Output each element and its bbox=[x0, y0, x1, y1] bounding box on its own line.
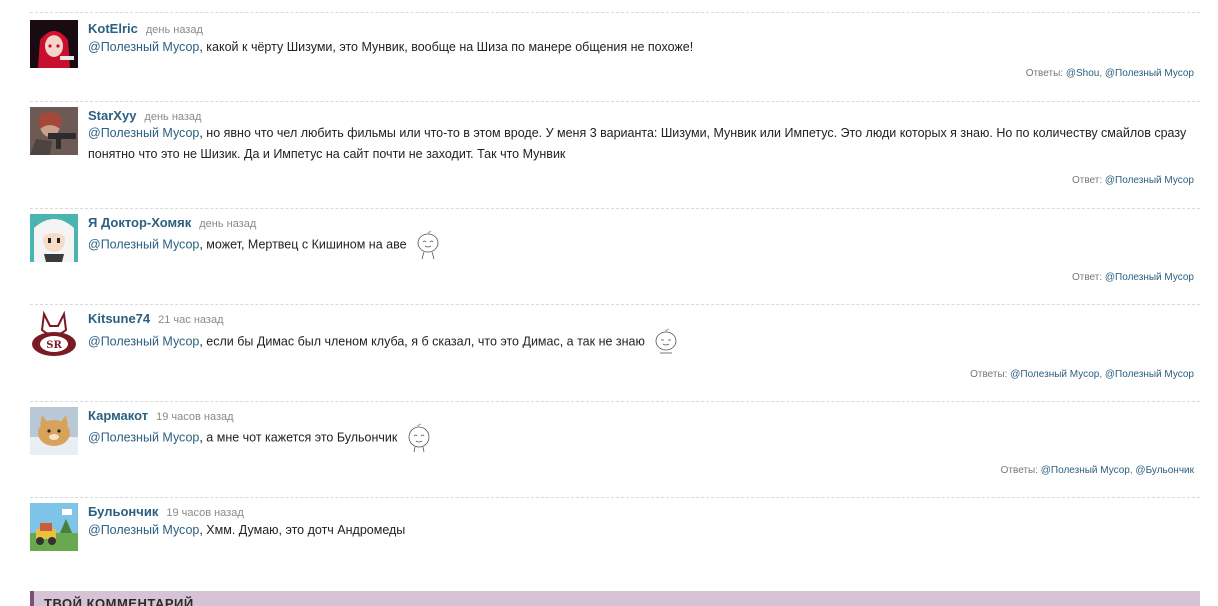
comment-time: 19 часов назад bbox=[166, 507, 244, 519]
comment-author[interactable]: Я Доктор-Хомяк bbox=[88, 215, 191, 230]
smiley-icon bbox=[408, 423, 430, 453]
mention-link[interactable]: @Полезный Мусор bbox=[88, 40, 199, 54]
divider bbox=[30, 304, 1200, 305]
comment-text: @Полезный Мусор, Хмм. Думаю, это дотч Ан… bbox=[88, 520, 1196, 541]
divider bbox=[30, 497, 1200, 498]
comment-form-header: ТВОЙ КОММЕНТАРИЙ bbox=[30, 591, 1200, 606]
replies-line: Ответ: @Полезный Мусор bbox=[1072, 272, 1194, 283]
comment-text: @Полезный Мусор, если бы Димас был члено… bbox=[88, 327, 1196, 357]
reply-link[interactable]: @Полезный Мусор bbox=[1105, 369, 1194, 380]
reply-link[interactable]: @Полезный Мусор bbox=[1105, 175, 1194, 186]
comment-text: @Полезный Мусор, какой к чёрту Шизуми, э… bbox=[88, 37, 1196, 58]
comment-form-title: ТВОЙ КОММЕНТАРИЙ bbox=[44, 596, 194, 606]
divider bbox=[30, 101, 1200, 102]
comments-page: KotElric день назад @Полезный Мусор, како… bbox=[0, 0, 1218, 606]
divider bbox=[30, 12, 1200, 13]
comment-time: день назад bbox=[145, 24, 203, 36]
comment-body: , может, Мертвец с Кишином на аве bbox=[199, 237, 407, 252]
reply-link[interactable]: @Полезный Мусор bbox=[1105, 68, 1194, 79]
comment-author[interactable]: StarXyy bbox=[88, 108, 136, 123]
smiley-icon bbox=[417, 230, 439, 260]
comment-author[interactable]: KotElric bbox=[88, 21, 138, 36]
replies-label: Ответы: bbox=[970, 369, 1008, 380]
avatar[interactable]: SR bbox=[30, 310, 78, 358]
comment-body: , какой к чёрту Шизуми, это Мунвик, вооб… bbox=[199, 40, 694, 54]
comment-header: Бульончик 19 часов назад bbox=[88, 503, 244, 521]
svg-text:SR: SR bbox=[46, 340, 62, 351]
replies-line: Ответ: @Полезный Мусор bbox=[1072, 175, 1194, 186]
mention-link[interactable]: @Полезный Мусор bbox=[88, 126, 199, 140]
replies-label: Ответ: bbox=[1071, 175, 1103, 186]
avatar[interactable] bbox=[30, 20, 78, 68]
avatar[interactable] bbox=[30, 503, 78, 551]
comment-time: день назад bbox=[144, 111, 202, 123]
mention-link[interactable]: @Полезный Мусор bbox=[88, 523, 199, 537]
reply-link[interactable]: @Бульончик bbox=[1135, 465, 1194, 476]
comment-text: @Полезный Мусор, но явно что чел любить … bbox=[88, 123, 1196, 165]
comment-time: день назад bbox=[199, 218, 257, 230]
divider bbox=[30, 401, 1200, 402]
comment-time: 19 часов назад bbox=[156, 411, 234, 423]
comment-time: 21 час назад bbox=[158, 314, 224, 326]
comment-author[interactable]: Кармакот bbox=[88, 408, 148, 423]
comment-author[interactable]: Бульончик bbox=[88, 504, 158, 519]
avatar[interactable] bbox=[30, 107, 78, 155]
comment-text: @Полезный Мусор, может, Мертвец с Кишино… bbox=[88, 230, 1196, 260]
comment-body: , а мне чот кажется это Бульончик bbox=[199, 430, 398, 445]
mention-link[interactable]: @Полезный Мусор bbox=[88, 430, 199, 444]
comment-body: , если бы Димас был членом клуба, я б ск… bbox=[199, 334, 645, 349]
smiley-icon bbox=[655, 328, 677, 354]
replies-line: Ответы: @Полезный Мусор, @Бульончик bbox=[1000, 465, 1194, 476]
comment-header: Kitsune74 21 час назад bbox=[88, 310, 224, 328]
avatar[interactable] bbox=[30, 407, 78, 455]
replies-line: Ответы: @Полезный Мусор, @Полезный Мусор bbox=[970, 369, 1194, 380]
divider bbox=[30, 208, 1200, 209]
reply-link[interactable]: @Полезный Мусор bbox=[1105, 272, 1194, 283]
replies-label: Ответы: bbox=[1000, 465, 1038, 476]
comment-author[interactable]: Kitsune74 bbox=[88, 311, 150, 326]
replies-line: Ответы: @Shou, @Полезный Мусор bbox=[1025, 68, 1194, 79]
reply-link[interactable]: @Полезный Мусор bbox=[1041, 465, 1130, 476]
comment-header: KotElric день назад bbox=[88, 20, 203, 38]
comment-body: , Хмм. Думаю, это дотч Андромеды bbox=[199, 523, 406, 537]
mention-link[interactable]: @Полезный Мусор bbox=[88, 237, 199, 251]
replies-label: Ответы: bbox=[1025, 68, 1064, 79]
comment-text: @Полезный Мусор, а мне чот кажется это Б… bbox=[88, 423, 1196, 453]
reply-link[interactable]: @Shou bbox=[1066, 68, 1100, 79]
comment-body: , но явно что чел любить фильмы или что-… bbox=[88, 126, 1187, 161]
mention-link[interactable]: @Полезный Мусор bbox=[88, 334, 199, 348]
avatar[interactable] bbox=[30, 214, 78, 262]
reply-link[interactable]: @Полезный Мусор bbox=[1010, 369, 1099, 380]
replies-label: Ответ: bbox=[1071, 272, 1103, 283]
